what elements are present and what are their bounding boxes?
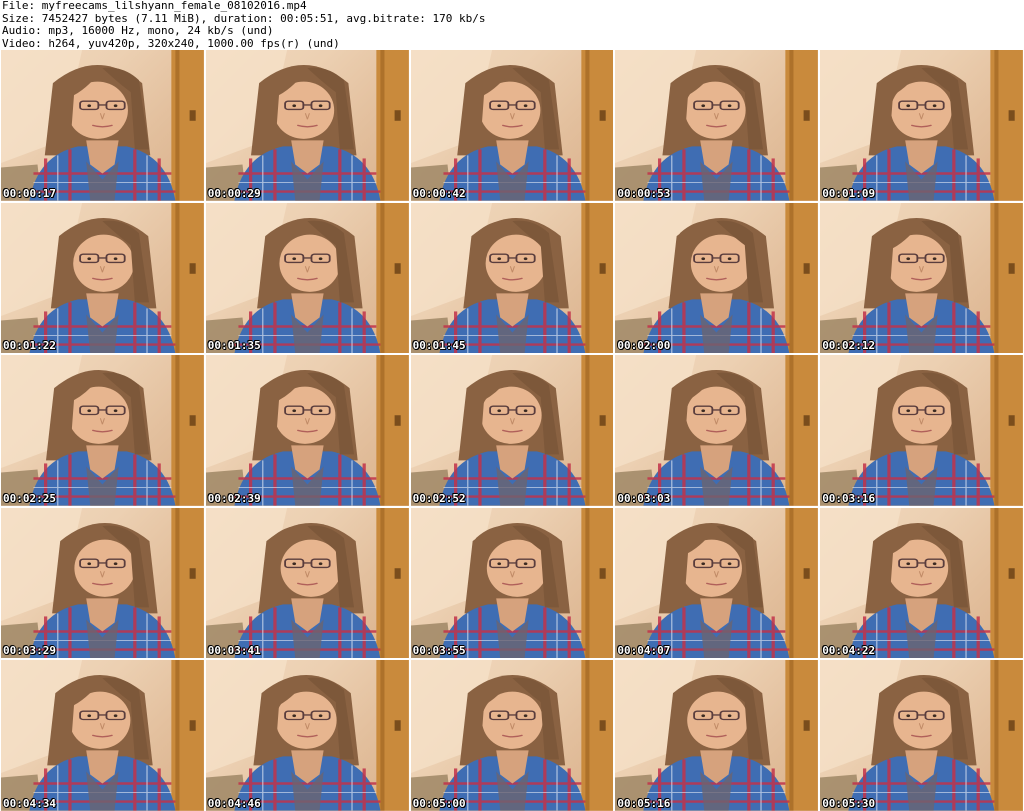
thumbnail-timestamp: 00:02:52 <box>412 491 466 505</box>
thumbnail-timestamp: 00:01:09 <box>822 186 876 200</box>
thumbnail-timestamp: 00:05:16 <box>617 797 671 810</box>
thumbnail-timestamp: 00:00:53 <box>617 186 671 200</box>
webcam-frame-image <box>615 507 819 659</box>
video-thumbnail: 00:03:41 <box>205 507 409 659</box>
webcam-frame-image <box>205 507 409 659</box>
video-thumbnail: 00:03:55 <box>410 507 614 659</box>
thumbnail-timestamp: 00:02:25 <box>3 491 56 505</box>
audio-info-line: Audio: mp3, 16000 Hz, mono, 24 kb/s (und… <box>2 25 274 37</box>
webcam-frame-image <box>410 50 614 201</box>
webcam-frame-image <box>410 355 614 506</box>
thumbnail-grid: 00:00:17 00:00:29 00:00:42 00:00:53 00:0… <box>1 50 1023 811</box>
webcam-frame-image <box>820 660 1023 811</box>
thumbnail-timestamp: 00:03:41 <box>207 644 261 658</box>
video-thumbnail: 00:05:16 <box>615 660 819 811</box>
thumbnail-timestamp: 00:04:22 <box>822 644 876 658</box>
thumbnail-timestamp: 00:02:00 <box>617 339 671 353</box>
thumbnail-timestamp: 00:03:29 <box>3 644 56 658</box>
webcam-frame-image <box>1 202 204 354</box>
video-thumbnail: 00:01:09 <box>820 50 1023 201</box>
thumbnail-timestamp: 00:01:35 <box>207 339 261 353</box>
webcam-frame-image <box>205 202 409 354</box>
thumbnail-timestamp: 00:00:42 <box>412 186 466 200</box>
webcam-frame-image <box>820 355 1023 506</box>
webcam-frame-image <box>410 660 614 811</box>
video-thumbnail: 00:04:46 <box>205 660 409 811</box>
webcam-frame-image <box>615 660 819 811</box>
webcam-frame-image <box>615 50 819 201</box>
video-thumbnail: 00:00:53 <box>615 50 819 201</box>
webcam-frame-image <box>1 507 204 659</box>
video-thumbnail: 00:04:34 <box>1 660 204 811</box>
thumbnail-timestamp: 00:03:55 <box>412 644 466 658</box>
thumbnail-timestamp: 00:00:29 <box>207 186 261 200</box>
video-thumbnail: 00:02:52 <box>410 355 614 506</box>
video-thumbnail: 00:03:29 <box>1 507 204 659</box>
video-info-line: Video: h264, yuv420p, 320x240, 1000.00 f… <box>2 37 340 50</box>
video-thumbnail: 00:01:45 <box>410 202 614 354</box>
video-thumbnail: 00:02:12 <box>820 202 1023 354</box>
video-thumbnail: 00:05:00 <box>410 660 614 811</box>
thumbnail-timestamp: 00:04:07 <box>617 644 671 658</box>
video-thumbnail: 00:01:22 <box>1 202 204 354</box>
webcam-frame-image <box>205 660 409 811</box>
webcam-frame-image <box>410 507 614 659</box>
webcam-frame-image <box>410 202 614 354</box>
thumbnail-timestamp: 00:04:34 <box>3 797 56 810</box>
video-thumbnail: 00:03:16 <box>820 355 1023 506</box>
webcam-frame-image <box>820 202 1023 354</box>
webcam-frame-image <box>205 50 409 201</box>
thumbnail-timestamp: 00:05:00 <box>412 797 466 810</box>
video-thumbnail: 00:00:17 <box>1 50 204 201</box>
thumbnail-timestamp: 00:03:03 <box>617 491 671 505</box>
webcam-frame-image <box>1 660 204 811</box>
webcam-frame-image <box>1 50 204 201</box>
video-thumbnail: 00:02:39 <box>205 355 409 506</box>
webcam-frame-image <box>205 355 409 506</box>
thumbnail-timestamp: 00:00:17 <box>3 186 56 200</box>
video-thumbnail: 00:03:03 <box>615 355 819 506</box>
file-size-line: Size: 7452427 bytes (7.11 MiB), duration… <box>2 12 486 25</box>
video-thumbnail: 00:05:30 <box>820 660 1023 811</box>
file-info-header: File: myfreecams_lilshyann_female_081020… <box>2 0 1022 50</box>
thumbnail-timestamp: 00:02:12 <box>822 339 876 353</box>
thumbnail-timestamp: 00:04:46 <box>207 797 261 810</box>
video-thumbnail: 00:00:42 <box>410 50 614 201</box>
video-thumbnail: 00:02:00 <box>615 202 819 354</box>
file-name-line: File: myfreecams_lilshyann_female_081020… <box>2 0 307 12</box>
webcam-frame-image <box>820 507 1023 659</box>
video-thumbnail: 00:01:35 <box>205 202 409 354</box>
webcam-frame-image <box>1 355 204 506</box>
video-thumbnail: 00:02:25 <box>1 355 204 506</box>
video-thumbnail: 00:04:07 <box>615 507 819 659</box>
video-thumbnail: 00:04:22 <box>820 507 1023 659</box>
thumbnail-timestamp: 00:03:16 <box>822 491 876 505</box>
thumbnail-timestamp: 00:01:45 <box>412 339 466 353</box>
webcam-frame-image <box>820 50 1023 201</box>
video-thumbnail: 00:00:29 <box>205 50 409 201</box>
webcam-frame-image <box>615 202 819 354</box>
thumbnail-timestamp: 00:02:39 <box>207 491 261 505</box>
thumbnail-timestamp: 00:01:22 <box>3 339 56 353</box>
webcam-frame-image <box>615 355 819 506</box>
thumbnail-timestamp: 00:05:30 <box>822 797 876 810</box>
